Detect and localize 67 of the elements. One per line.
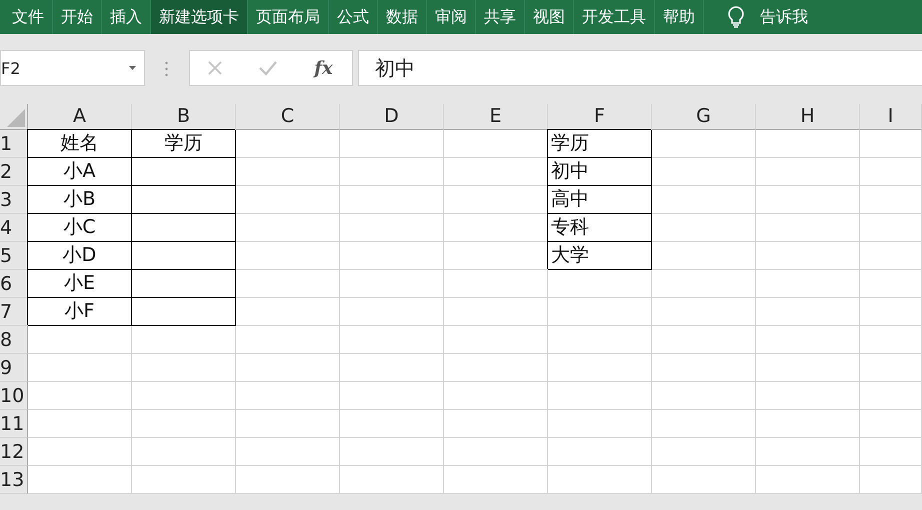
lightbulb-icon[interactable] — [728, 6, 744, 28]
row-header[interactable]: 9 — [0, 354, 28, 382]
table-cell: 大学 — [548, 242, 652, 270]
ribbon-tab[interactable]: 帮助 — [655, 0, 704, 34]
column-header[interactable]: H — [756, 104, 860, 130]
row-header[interactable]: 2 — [0, 158, 28, 186]
ribbon-tab[interactable]: 页面布局 — [248, 0, 329, 34]
table-cell — [860, 298, 922, 326]
ribbon-tab[interactable]: 新建选项卡 — [151, 0, 248, 34]
column-header[interactable]: E — [444, 104, 548, 130]
table-cell — [860, 326, 922, 354]
table-cell — [860, 382, 922, 410]
table-cell: 小E — [28, 270, 132, 298]
row-header[interactable]: 6 — [0, 270, 28, 298]
ribbon-tab[interactable]: 文件 — [4, 0, 53, 34]
table-cell: 小B — [28, 186, 132, 214]
column-header[interactable]: G — [652, 104, 756, 130]
table-cell: 初中 — [548, 158, 652, 186]
row-header[interactable]: 12 — [0, 438, 28, 466]
row-header[interactable]: 3 — [0, 186, 28, 214]
row-header[interactable]: 4 — [0, 214, 28, 242]
table-cell: 姓名 — [28, 130, 132, 158]
table-cell — [860, 354, 922, 382]
column-header[interactable]: I — [860, 104, 922, 130]
row-header[interactable]: 7 — [0, 298, 28, 326]
table-cell: 学历 — [548, 130, 652, 158]
table-cell: 学历 — [132, 130, 236, 158]
column-header[interactable]: A — [28, 104, 132, 130]
row-header[interactable]: 8 — [0, 326, 28, 354]
table-cell: 高中 — [548, 186, 652, 214]
table-cell — [860, 214, 922, 242]
table-cell — [860, 410, 922, 438]
name-box[interactable]: F2 — [0, 50, 145, 86]
table-cell: 专科 — [548, 214, 652, 242]
insert-function-button[interactable]: fx — [310, 58, 337, 78]
ribbon-tab[interactable]: 开发工具 — [574, 0, 655, 34]
row-header[interactable]: 13 — [0, 466, 28, 494]
table-cell — [860, 186, 922, 214]
table-cell — [860, 158, 922, 186]
table-cell — [860, 438, 922, 466]
column-header[interactable]: B — [132, 104, 236, 130]
table-cell: 小D — [28, 242, 132, 270]
ribbon-tab[interactable]: 视图 — [525, 0, 574, 34]
table-cell — [860, 466, 922, 494]
table-cell — [860, 242, 922, 270]
column-header[interactable]: F — [548, 104, 652, 130]
row-header[interactable]: 11 — [0, 410, 28, 438]
select-all-icon[interactable] — [5, 107, 25, 127]
table-cell: 小C — [28, 214, 132, 242]
row-header[interactable]: 1 — [0, 130, 28, 158]
tell-me-button[interactable]: 告诉我 — [754, 0, 814, 34]
table-cell: 小A — [28, 158, 132, 186]
column-header[interactable]: D — [340, 104, 444, 130]
table-cell: 小F — [28, 298, 132, 326]
ribbon-tab[interactable]: 共享 — [476, 0, 525, 34]
table-cell — [860, 270, 922, 298]
ribbon-tab[interactable]: 公式 — [329, 0, 378, 34]
row-header[interactable]: 10 — [0, 382, 28, 410]
ribbon-tab[interactable]: 数据 — [378, 0, 427, 34]
ribbon-tab[interactable]: 审阅 — [427, 0, 476, 34]
ribbon-tab[interactable]: 开始 — [53, 0, 102, 34]
table-cell — [860, 130, 922, 158]
grip-icon[interactable] — [165, 61, 168, 77]
row-header[interactable]: 5 — [0, 242, 28, 270]
dropdown-caret-icon[interactable] — [129, 66, 136, 70]
column-header[interactable]: C — [236, 104, 340, 130]
formula-input-field[interactable]: 初中 — [358, 50, 922, 86]
